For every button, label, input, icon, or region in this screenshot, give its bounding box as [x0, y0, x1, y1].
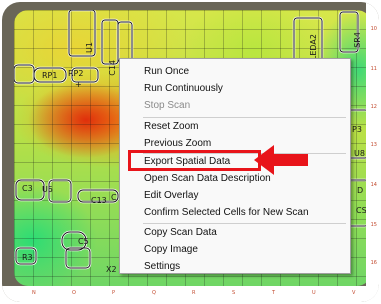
- bottom-axis-tick: T: [272, 290, 276, 296]
- label-x2: X2: [106, 265, 117, 274]
- menu-separator: [143, 223, 346, 224]
- label-u5: U5: [42, 185, 53, 194]
- menu-item-run-once[interactable]: Run Once: [144, 65, 189, 79]
- label-r3: R3: [22, 253, 33, 262]
- label-c13: C13: [91, 196, 107, 205]
- red-arrow-icon: [254, 145, 308, 175]
- menu-item-edit-overlay[interactable]: Edit Overlay: [144, 189, 198, 203]
- menu-item-copy-scan-data[interactable]: Copy Scan Data: [144, 226, 217, 240]
- right-axis-tick: 12: [370, 104, 377, 110]
- bottom-axis: N O P Q R S T U V: [2, 286, 379, 302]
- menu-item-stop-scan: Stop Scan: [144, 100, 191, 111]
- bottom-axis-tick: R: [192, 290, 196, 296]
- right-axis-tick: 13: [370, 142, 377, 148]
- label-leda2: LEDA2: [309, 34, 318, 61]
- right-axis-tick: 14: [370, 182, 377, 188]
- menu-item-copy-image[interactable]: Copy Image: [144, 243, 198, 257]
- label-rp1: RP1: [42, 71, 58, 80]
- menu-item-reset-zoom[interactable]: Reset Zoom: [144, 120, 198, 134]
- highlight-box: [128, 150, 261, 171]
- label-c14: C14: [108, 60, 117, 76]
- label-sr4: SR4: [353, 32, 362, 48]
- right-axis-tick: 16: [370, 260, 377, 266]
- label-d: D: [357, 186, 364, 195]
- menu-item-confirm-selected-cells[interactable]: Confirm Selected Cells for New Scan: [144, 206, 309, 220]
- menu-item-previous-zoom[interactable]: Previous Zoom: [144, 137, 211, 151]
- bottom-axis-tick: P: [112, 290, 116, 296]
- label-u8: U8: [354, 149, 365, 158]
- right-axis-tick: 10: [370, 26, 377, 32]
- menu-item-settings[interactable]: Settings: [144, 260, 180, 274]
- bottom-axis-tick: S: [232, 290, 236, 296]
- menu-separator: [143, 117, 346, 118]
- context-menu: Run Once Run Continuously Stop Scan Rese…: [119, 58, 351, 274]
- bottom-axis-tick: Q: [152, 290, 156, 296]
- label-rp3: P3: [352, 125, 362, 134]
- bottom-axis-tick: N: [32, 290, 36, 296]
- menu-item-run-continuously[interactable]: Run Continuously: [144, 82, 223, 96]
- bottom-axis-tick: U: [312, 290, 316, 296]
- label-c3: C3: [22, 184, 33, 193]
- label-c13b: C: [111, 193, 117, 202]
- label-u1: U1: [85, 42, 94, 53]
- bottom-axis-tick: O: [72, 290, 76, 296]
- right-axis: 10 11 12 13 14 15 16: [366, 2, 379, 302]
- right-axis-tick: 11: [370, 66, 377, 72]
- label-plus: +: [75, 80, 82, 89]
- label-rp2: RP2: [68, 69, 84, 78]
- bottom-axis-tick: V: [352, 290, 356, 296]
- right-axis-tick: 15: [370, 222, 377, 228]
- label-c5: C5: [78, 237, 89, 246]
